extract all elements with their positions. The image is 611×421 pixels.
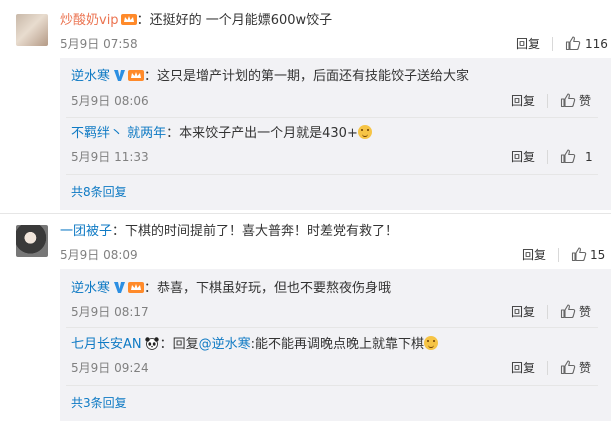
reply-button[interactable]: 回复 (511, 93, 535, 109)
like-count: 116 (585, 37, 608, 51)
reply-text-line: 逆水寒 ：恭喜，下棋虽好玩，但也不要熬夜伤身哦 (71, 280, 391, 300)
reply-time: 5月9日 11:33 (71, 150, 149, 164)
reply-button[interactable]: 回复 (516, 36, 540, 52)
vip-crown-icon (120, 13, 137, 32)
reply-text: ：这只是增产计划的第一期，后面还有技能饺子送给大家 (144, 69, 470, 84)
thumbs-up-icon[interactable] (560, 359, 576, 375)
username-link[interactable]: 逆水寒 (71, 281, 110, 296)
verified-v-icon (113, 281, 126, 300)
reply-time: 5月9日 08:06 (71, 94, 149, 108)
verified-v-icon (113, 69, 126, 88)
like-count: 1 (585, 150, 593, 164)
reply-divider (66, 385, 598, 386)
action-separator (547, 305, 548, 319)
reply-text-line: 不羁绊丶 就两年：本来饺子产出一个月就是430+ (71, 125, 372, 143)
username-link[interactable]: 七月长安AN (71, 337, 142, 352)
reply-text: :能不能再调晚点晚上就靠下棋 (250, 337, 425, 352)
avatar[interactable] (16, 14, 48, 46)
thumbs-up-icon[interactable] (560, 303, 576, 319)
reply-text-line: 逆水寒 ：这只是增产计划的第一期，后面还有技能饺子送给大家 (71, 68, 469, 88)
like-label[interactable]: 赞 (579, 93, 591, 109)
comment-text-line: 炒酸奶vip ：还挺好的 一个月能嫖600w饺子 (60, 12, 332, 32)
comment-text: ：下棋的时间提前了！喜大普奔！时差党有救了！ (112, 224, 399, 239)
vip-crown-icon (128, 281, 145, 300)
username-link[interactable]: 炒酸奶vip (60, 13, 119, 28)
comment-time: 5月9日 08:09 (60, 248, 138, 262)
thumbs-up-icon[interactable] (560, 148, 576, 164)
reply-button[interactable]: 回复 (511, 360, 535, 376)
reply-button[interactable]: 回复 (511, 149, 535, 165)
mention-link[interactable]: @逆水寒 (199, 337, 251, 352)
action-separator (547, 361, 548, 375)
comment-text: ：还挺好的 一个月能嫖600w饺子 (136, 13, 333, 28)
avatar[interactable] (16, 225, 48, 257)
thumbs-up-icon[interactable] (560, 92, 576, 108)
action-separator (552, 37, 553, 51)
username-link[interactable]: 逆水寒 (71, 69, 110, 84)
vip-crown-icon (128, 69, 145, 88)
panda-icon (144, 337, 160, 356)
comment-divider (0, 213, 611, 214)
action-separator (547, 150, 548, 164)
reply-text: ：恭喜，下棋虽好玩，但也不要熬夜伤身哦 (144, 281, 392, 296)
reply-time: 5月9日 08:17 (71, 305, 149, 319)
reply-button[interactable]: 回复 (511, 304, 535, 320)
like-count: 15 (590, 248, 606, 262)
reply-divider (66, 117, 598, 118)
emoji-icon (424, 336, 439, 350)
reply-time: 5月9日 09:24 (71, 361, 149, 375)
username-link[interactable]: 不羁绊丶 就两年 (71, 126, 166, 141)
reply-prefix: ：回复 (159, 337, 199, 352)
comment-text-line: 一团被子：下棋的时间提前了！喜大普奔！时差党有救了！ (60, 223, 398, 241)
username-link[interactable]: 一团被子 (60, 224, 112, 239)
reply-text: ：本来饺子产出一个月就是430+ (166, 126, 358, 141)
comment-time: 5月9日 07:58 (60, 37, 138, 51)
thumbs-up-icon[interactable] (565, 35, 581, 51)
reply-text-line: 七月长安AN ：回复@逆水寒:能不能再调晚点晚上就靠下棋 (71, 336, 439, 356)
action-separator (547, 94, 548, 108)
thumbs-up-icon[interactable] (571, 246, 587, 262)
more-replies-link[interactable]: 共8条回复 (71, 184, 127, 200)
emoji-icon (357, 125, 372, 139)
more-replies-link[interactable]: 共3条回复 (71, 395, 127, 411)
like-label[interactable]: 赞 (579, 304, 591, 320)
reply-divider (66, 327, 598, 328)
reply-divider (66, 174, 598, 175)
like-label[interactable]: 赞 (579, 360, 591, 376)
action-separator (558, 248, 559, 262)
reply-button[interactable]: 回复 (522, 247, 546, 263)
